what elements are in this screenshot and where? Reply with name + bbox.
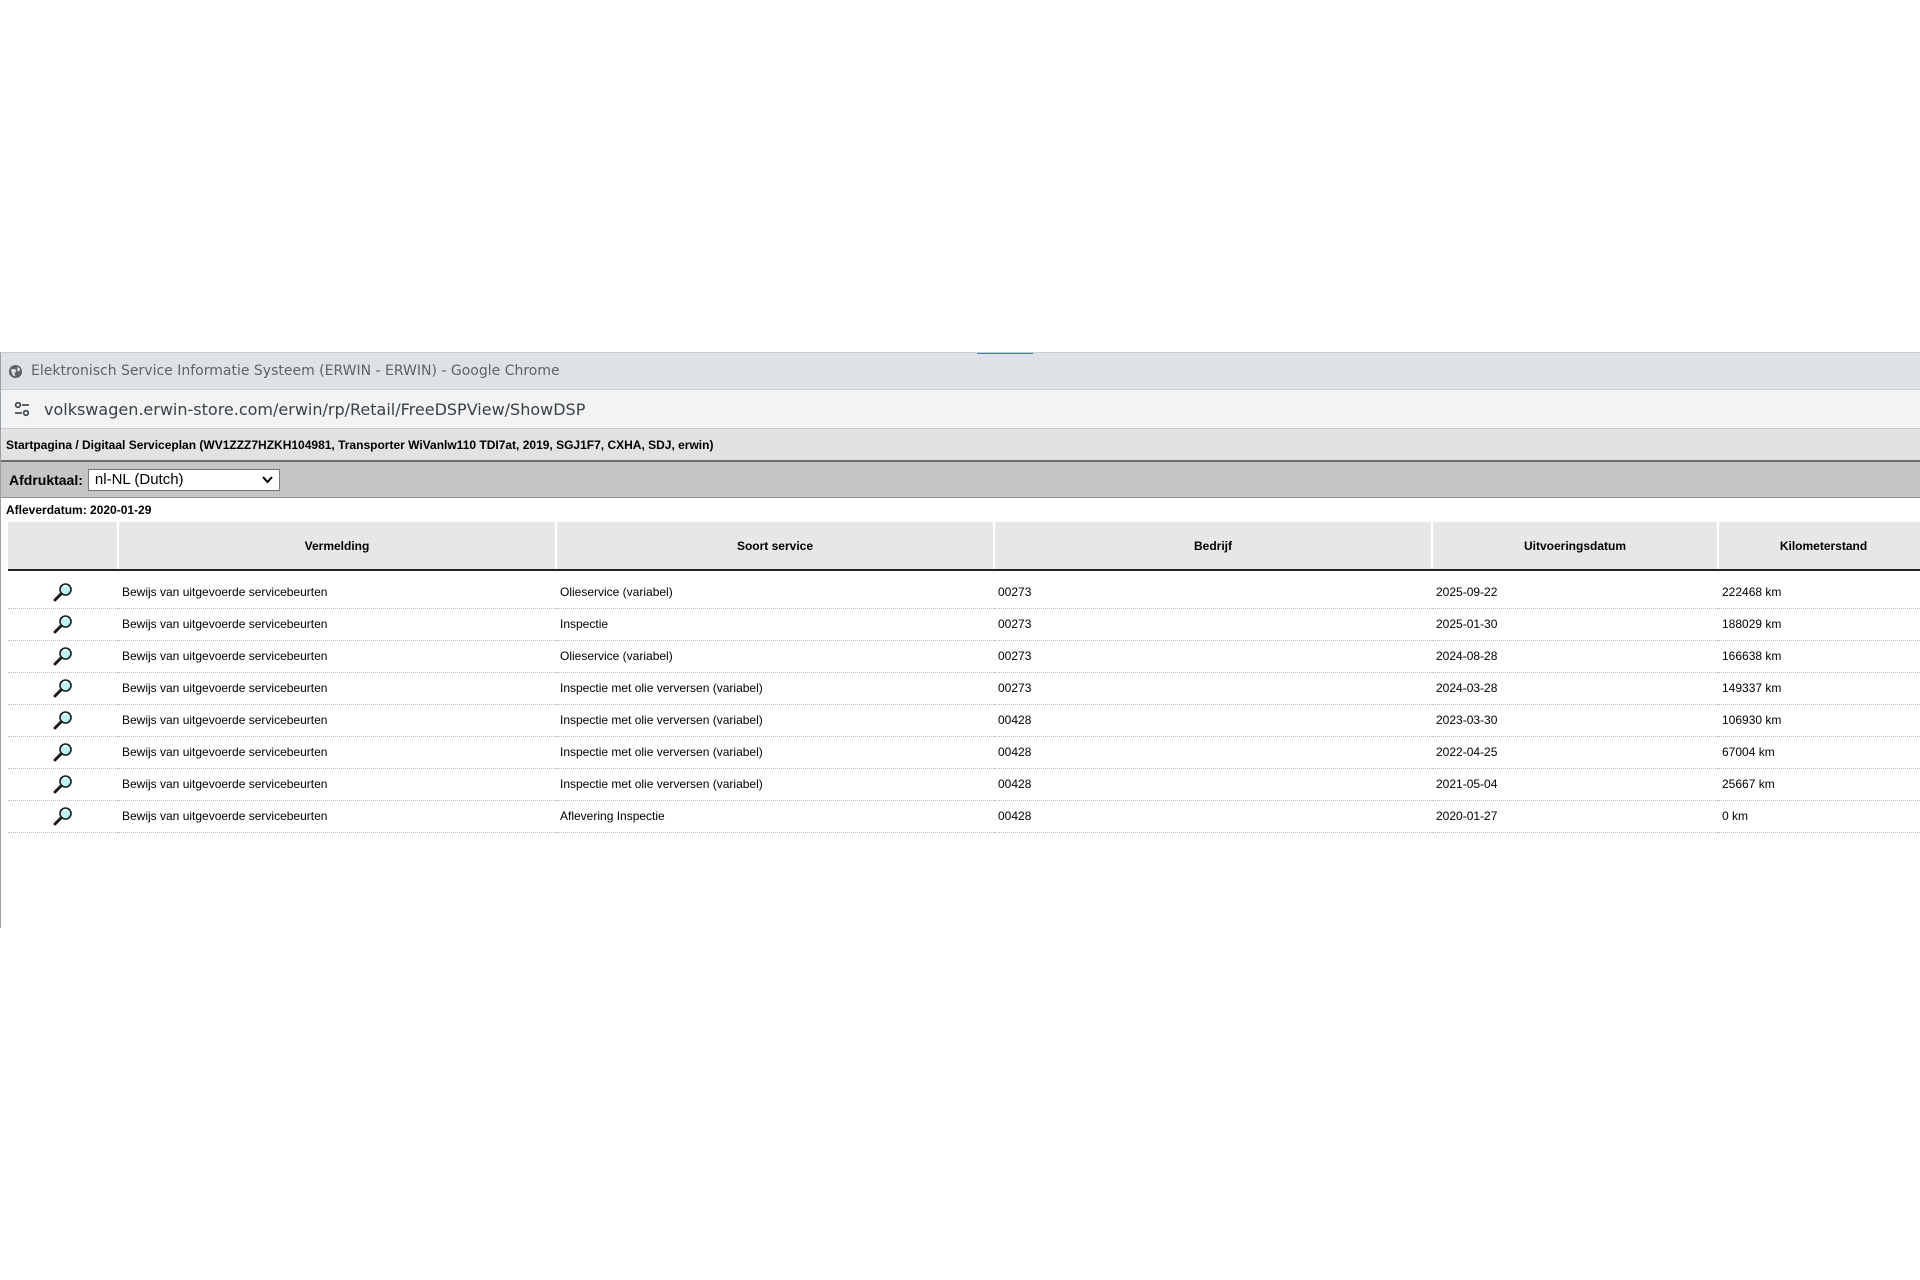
cell-bedrijf: 00273: [994, 608, 1432, 641]
cell-vermelding: Bewijs van uitgevoerde servicebeurten: [118, 768, 556, 801]
globe-icon: [7, 363, 24, 380]
cell-icon: [8, 640, 118, 673]
cell-icon: [8, 608, 118, 641]
magnifier-icon[interactable]: [52, 741, 74, 763]
column-header-uitvoeringsdatum: Uitvoeringsdatum: [1431, 522, 1718, 571]
cell-soort-service: Inspectie met olie verversen (variabel): [556, 672, 994, 705]
cell-uitvoeringsdatum: 2024-03-28: [1432, 672, 1718, 705]
active-tab-indicator: [977, 353, 1033, 354]
cell-soort-service: Inspectie met olie verversen (variabel): [556, 768, 994, 801]
cell-soort-service: Inspectie met olie verversen (variabel): [556, 736, 994, 769]
table-row: Bewijs van uitgevoerde servicebeurten Ins…: [8, 736, 1920, 769]
cell-vermelding: Bewijs van uitgevoerde servicebeurten: [118, 736, 556, 769]
print-language-value: nl-NL (Dutch): [94, 471, 184, 488]
table-row: Bewijs van uitgevoerde servicebeurten Ins…: [8, 704, 1920, 737]
chevron-down-icon: [262, 471, 273, 488]
cell-icon: [8, 570, 118, 609]
breadcrumb-text[interactable]: Startpagina / Digitaal Serviceplan (WV1Z…: [6, 438, 713, 452]
column-header-icon: [8, 522, 118, 571]
cell-bedrijf: 00428: [994, 800, 1432, 833]
cell-uitvoeringsdatum: 2024-08-28: [1432, 640, 1718, 673]
cell-bedrijf: 00428: [994, 768, 1432, 801]
cell-bedrijf: 00273: [994, 672, 1432, 705]
cell-soort-service: Olieservice (variabel): [556, 570, 994, 609]
cell-uitvoeringsdatum: 2025-09-22: [1432, 570, 1718, 609]
magnifier-icon[interactable]: [52, 613, 74, 635]
cell-uitvoeringsdatum: 2020-01-27: [1432, 800, 1718, 833]
cell-icon: [8, 704, 118, 737]
cell-vermelding: Bewijs van uitgevoerde servicebeurten: [118, 570, 556, 609]
cell-vermelding: Bewijs van uitgevoerde servicebeurten: [118, 672, 556, 705]
cell-icon: [8, 768, 118, 801]
cell-icon: [8, 736, 118, 769]
magnifier-icon[interactable]: [52, 773, 74, 795]
cell-kilometerstand: 0 km: [1718, 800, 1920, 833]
cell-uitvoeringsdatum: 2025-01-30: [1432, 608, 1718, 641]
cell-vermelding: Bewijs van uitgevoerde servicebeurten: [118, 608, 556, 641]
address-bar[interactable]: volkswagen.erwin-store.com/erwin/rp/Reta…: [1, 390, 1920, 429]
column-header-bedrijf: Bedrijf: [993, 522, 1432, 571]
delivery-date-text: Afleverdatum: 2020-01-29: [6, 503, 152, 517]
table-body: Bewijs van uitgevoerde servicebeurten Oli…: [8, 570, 1920, 833]
delivery-date: Afleverdatum: 2020-01-29: [1, 498, 1920, 522]
print-language-bar: Afdruktaal: nl-NL (Dutch): [1, 462, 1920, 498]
magnifier-icon[interactable]: [52, 805, 74, 827]
column-header-vermelding: Vermelding: [117, 522, 556, 571]
table-row: Bewijs van uitgevoerde servicebeurten Ins…: [8, 608, 1920, 641]
cell-vermelding: Bewijs van uitgevoerde servicebeurten: [118, 800, 556, 833]
cell-bedrijf: 00273: [994, 640, 1432, 673]
column-header-kilometerstand: Kilometerstand: [1717, 522, 1920, 571]
cell-vermelding: Bewijs van uitgevoerde servicebeurten: [118, 704, 556, 737]
column-header-soort-service: Soort service: [555, 522, 994, 571]
cell-kilometerstand: 149337 km: [1718, 672, 1920, 705]
browser-window: Elektronisch Service Informatie Systeem …: [0, 352, 1920, 928]
cell-kilometerstand: 222468 km: [1718, 570, 1920, 609]
cell-kilometerstand: 166638 km: [1718, 640, 1920, 673]
table-row: Bewijs van uitgevoerde servicebeurten Ins…: [8, 768, 1920, 801]
breadcrumb: Startpagina / Digitaal Serviceplan (WV1Z…: [1, 429, 1920, 462]
table-row: Bewijs van uitgevoerde servicebeurten Oli…: [8, 640, 1920, 673]
cell-kilometerstand: 67004 km: [1718, 736, 1920, 769]
cell-bedrijf: 00428: [994, 704, 1432, 737]
cell-bedrijf: 00273: [994, 570, 1432, 609]
cell-icon: [8, 800, 118, 833]
table-row: Bewijs van uitgevoerde servicebeurten Ins…: [8, 672, 1920, 705]
print-language-label: Afdruktaal:: [9, 471, 83, 488]
cell-soort-service: Aflevering Inspectie: [556, 800, 994, 833]
tune-icon[interactable]: [12, 399, 32, 419]
service-table: Vermelding Soort service Bedrijf Uitvoer…: [8, 522, 1920, 833]
cell-uitvoeringsdatum: 2021-05-04: [1432, 768, 1718, 801]
cell-soort-service: Inspectie: [556, 608, 994, 641]
print-language-select[interactable]: nl-NL (Dutch): [87, 468, 280, 491]
url-text[interactable]: volkswagen.erwin-store.com/erwin/rp/Reta…: [44, 400, 585, 419]
table-row: Bewijs van uitgevoerde servicebeurten Afl…: [8, 800, 1920, 833]
cell-uitvoeringsdatum: 2023-03-30: [1432, 704, 1718, 737]
cell-kilometerstand: 25667 km: [1718, 768, 1920, 801]
magnifier-icon[interactable]: [52, 645, 74, 667]
cell-vermelding: Bewijs van uitgevoerde servicebeurten: [118, 640, 556, 673]
cell-uitvoeringsdatum: 2022-04-25: [1432, 736, 1718, 769]
magnifier-icon[interactable]: [52, 581, 74, 603]
cell-soort-service: Inspectie met olie verversen (variabel): [556, 704, 994, 737]
tab-strip-edge: [1261, 352, 1920, 353]
title-bar: Elektronisch Service Informatie Systeem …: [1, 353, 1920, 390]
cell-soort-service: Olieservice (variabel): [556, 640, 994, 673]
cell-icon: [8, 672, 118, 705]
table-header-row: Vermelding Soort service Bedrijf Uitvoer…: [8, 522, 1920, 571]
cell-bedrijf: 00428: [994, 736, 1432, 769]
table-row: Bewijs van uitgevoerde servicebeurten Oli…: [8, 570, 1920, 609]
magnifier-icon[interactable]: [52, 677, 74, 699]
cell-kilometerstand: 188029 km: [1718, 608, 1920, 641]
window-title: Elektronisch Service Informatie Systeem …: [31, 363, 560, 379]
magnifier-icon[interactable]: [52, 709, 74, 731]
cell-kilometerstand: 106930 km: [1718, 704, 1920, 737]
